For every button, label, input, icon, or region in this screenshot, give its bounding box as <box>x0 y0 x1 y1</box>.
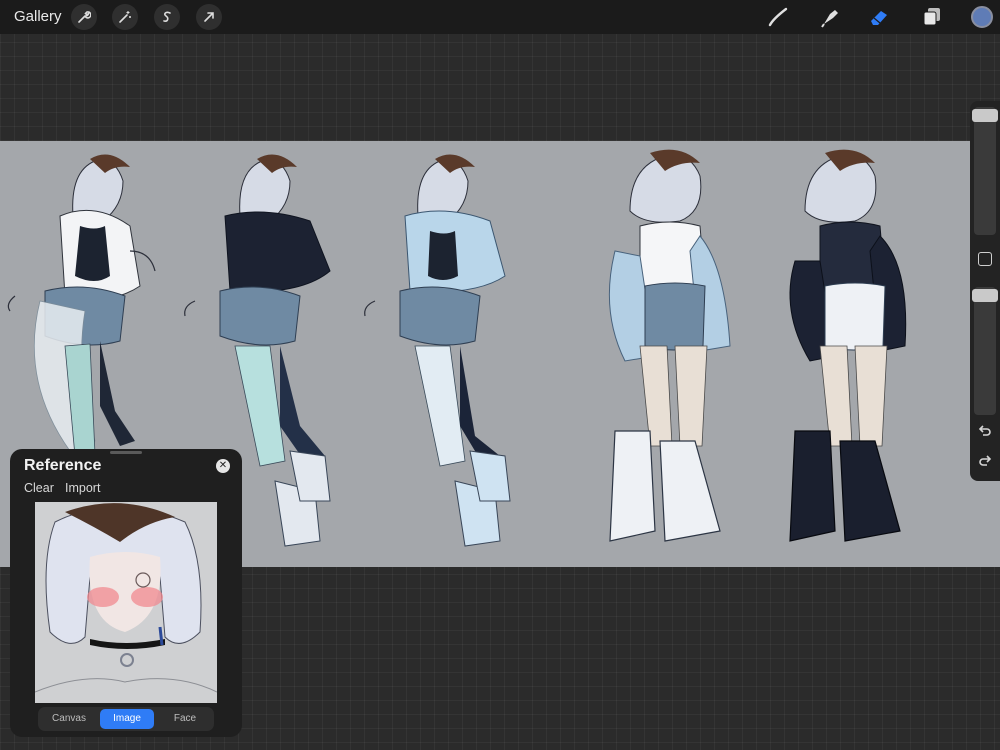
panel-drag-handle[interactable] <box>110 451 142 454</box>
eraser-icon[interactable] <box>868 6 892 28</box>
reference-panel: Reference ✕ Clear Import Canvas Image Fa… <box>10 449 242 737</box>
reference-mode-segmented-control: Canvas Image Face <box>38 707 214 731</box>
brush-size-slider[interactable] <box>972 107 998 235</box>
figure-4 <box>608 149 731 542</box>
gallery-button[interactable]: Gallery <box>14 8 62 25</box>
clear-button[interactable]: Clear <box>24 481 54 495</box>
redo-icon[interactable] <box>977 453 993 469</box>
wrench-icon[interactable] <box>71 4 97 30</box>
tab-image[interactable]: Image <box>100 709 154 729</box>
layers-icon[interactable] <box>920 6 944 28</box>
figure-1 <box>7 154 156 457</box>
opacity-slider[interactable] <box>972 287 998 415</box>
modify-button[interactable] <box>978 252 992 266</box>
figure-3 <box>364 154 511 547</box>
color-swatch[interactable] <box>971 6 993 28</box>
import-button[interactable]: Import <box>65 481 100 495</box>
brush-icon[interactable] <box>767 6 791 28</box>
brush-size-slider-thumb[interactable] <box>972 109 998 122</box>
close-icon[interactable]: ✕ <box>216 459 230 473</box>
selection-icon[interactable] <box>154 4 180 30</box>
top-toolbar: Gallery <box>0 0 1000 34</box>
tab-face[interactable]: Face <box>158 709 212 729</box>
reference-title: Reference <box>24 457 102 474</box>
undo-icon[interactable] <box>977 423 993 439</box>
transform-arrow-icon[interactable] <box>196 4 222 30</box>
figure-5 <box>789 149 907 542</box>
smudge-icon[interactable] <box>818 6 842 28</box>
tab-canvas[interactable]: Canvas <box>42 709 96 729</box>
opacity-slider-thumb[interactable] <box>972 289 998 302</box>
reference-image <box>35 502 217 703</box>
magic-wand-icon[interactable] <box>112 4 138 30</box>
side-slider-bar <box>970 101 1000 481</box>
